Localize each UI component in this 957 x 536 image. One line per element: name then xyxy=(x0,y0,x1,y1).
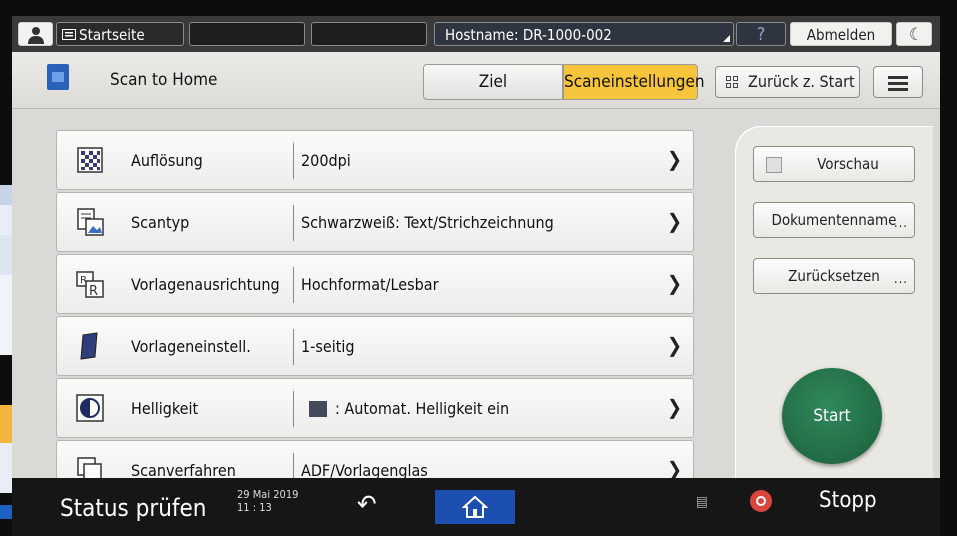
data-indicator-icon: ▤ xyxy=(696,494,708,510)
chevron-right-icon: ❯ xyxy=(667,271,683,295)
grid-icon xyxy=(726,76,738,88)
setting-row-orientation[interactable]: R R Vorlagenausrichtung Hochformat/Lesba… xyxy=(56,254,694,314)
menu-button[interactable] xyxy=(873,66,923,98)
home-screen-button[interactable]: Startseite xyxy=(56,22,184,46)
document-name-button[interactable]: Dokumentenname ... xyxy=(753,202,915,238)
logout-label: Abmelden xyxy=(806,26,876,44)
stop-icon[interactable] xyxy=(750,490,772,512)
top-bar: Startseite Hostname: DR-1000-002 ? Abmel… xyxy=(12,16,940,52)
orientation-icon: R R xyxy=(76,271,104,299)
setting-row-original-settings[interactable]: Vorlageneinstell. 1-seitig ❯ xyxy=(56,316,694,376)
chevron-right-icon: ❯ xyxy=(667,209,683,233)
logout-button[interactable]: Abmelden xyxy=(790,22,892,46)
check-status-button[interactable]: Status prüfen xyxy=(60,494,207,522)
date-label: 29 Mai 2019 xyxy=(237,488,299,501)
brightness-swatch xyxy=(309,401,327,417)
app-title: Scan to Home xyxy=(110,70,218,90)
hostname-label: Hostname: DR-1000-002 xyxy=(445,26,612,44)
settings-list: Auflösung 200dpi ❯ Scantyp Schwarzweiß: … xyxy=(56,130,694,514)
setting-label: Scantyp xyxy=(131,213,190,232)
background-monitor-edge xyxy=(0,185,12,519)
more-dots-icon: ... xyxy=(893,272,908,287)
divider xyxy=(293,329,294,365)
preview-label: Vorschau xyxy=(817,155,879,173)
setting-value: 200dpi xyxy=(301,151,351,170)
user-icon xyxy=(28,27,44,44)
setting-label: Helligkeit xyxy=(131,399,199,418)
stop-button[interactable]: Stopp xyxy=(819,488,877,513)
expand-corner-icon xyxy=(723,35,730,42)
back-to-start-button[interactable]: Zurück z. Start xyxy=(715,66,860,98)
tab-destination[interactable]: Ziel xyxy=(423,64,563,100)
original-setting-icon xyxy=(80,332,98,360)
svg-text:R: R xyxy=(89,284,98,299)
scan-type-icon xyxy=(77,208,104,236)
setting-value: 1-seitig xyxy=(301,337,355,356)
time-label: 11 : 13 xyxy=(237,501,272,514)
chevron-right-icon: ❯ xyxy=(667,147,683,171)
resolution-icon xyxy=(77,147,103,173)
setting-label: Vorlagenausrichtung xyxy=(131,275,280,294)
empty-slot-2 xyxy=(311,22,427,46)
setting-label: Vorlageneinstell. xyxy=(131,337,251,356)
divider xyxy=(293,267,294,303)
preview-button[interactable]: Vorschau xyxy=(753,146,915,182)
help-icon: ? xyxy=(756,24,766,45)
setting-row-resolution[interactable]: Auflösung 200dpi ❯ xyxy=(56,130,694,190)
printer-screen: Startseite Hostname: DR-1000-002 ? Abmel… xyxy=(12,16,940,514)
more-dots-icon: ... xyxy=(893,216,908,231)
chevron-right-icon: ❯ xyxy=(667,395,683,419)
moon-icon: ☾ xyxy=(909,25,923,45)
setting-label: Auflösung xyxy=(131,151,203,170)
reset-label: Zurücksetzen xyxy=(788,267,880,285)
side-panel: Vorschau Dokumentenname ... Zurücksetzen… xyxy=(735,126,933,514)
divider xyxy=(293,391,294,427)
setting-row-scan-type[interactable]: Scantyp Schwarzweiß: Text/Strichzeichnun… xyxy=(56,192,694,252)
empty-slot-1 xyxy=(189,22,305,46)
document-name-label: Dokumentenname xyxy=(771,211,897,229)
start-button[interactable]: Start xyxy=(782,368,882,464)
back-to-start-label: Zurück z. Start xyxy=(748,72,855,91)
hostname-display[interactable]: Hostname: DR-1000-002 xyxy=(434,22,734,46)
brightness-icon xyxy=(76,394,104,422)
divider xyxy=(293,205,294,241)
scan-to-home-app-icon xyxy=(47,64,69,90)
user-button[interactable] xyxy=(18,22,53,46)
keyboard-icon xyxy=(62,29,76,40)
back-arrow-icon[interactable]: ↶ xyxy=(357,490,377,520)
setting-value: Hochformat/Lesbar xyxy=(301,275,439,294)
tab-scan-settings[interactable]: Scaneinstellungen xyxy=(563,64,705,100)
start-label: Start xyxy=(813,406,851,426)
home-button[interactable] xyxy=(435,490,515,524)
help-button[interactable]: ? xyxy=(736,22,786,46)
home-screen-label: Startseite xyxy=(79,26,145,44)
divider xyxy=(293,143,294,179)
preview-checkbox[interactable] xyxy=(766,157,782,173)
setting-value: Schwarzweiß: Text/Strichzeichnung xyxy=(301,213,554,232)
energy-saver-button[interactable]: ☾ xyxy=(896,22,932,46)
setting-row-brightness[interactable]: Helligkeit : Automat. Helligkeit ein ❯ xyxy=(56,378,694,438)
chevron-right-icon: ❯ xyxy=(667,333,683,357)
home-icon xyxy=(462,495,488,518)
app-header: Scan to Home Ziel Scaneinstellungen Zurü… xyxy=(12,52,940,109)
bottom-bar: Status prüfen 29 Mai 2019 11 : 13 ↶ ▤ St… xyxy=(12,478,940,536)
reset-button[interactable]: Zurücksetzen ... xyxy=(753,258,915,294)
date-time: 29 Mai 2019 11 : 13 xyxy=(237,488,298,514)
setting-value: : Automat. Helligkeit ein xyxy=(335,399,510,418)
